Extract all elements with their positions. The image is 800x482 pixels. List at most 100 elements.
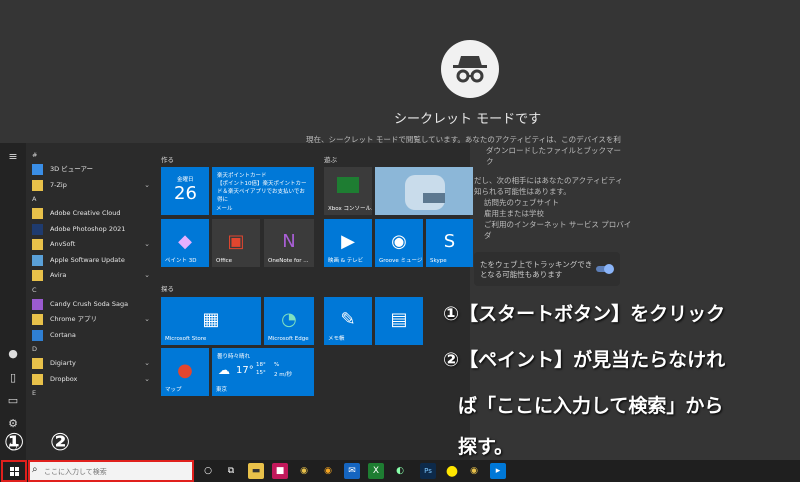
store-tile[interactable]: ▦ Microsoft Store <box>161 297 261 345</box>
office-tile[interactable]: ▣ Office <box>212 219 260 267</box>
excel-icon[interactable]: X <box>368 463 384 479</box>
sticky-icon[interactable]: ● <box>444 463 460 479</box>
groove-tile[interactable]: ◉ Groove ミュージ... <box>375 219 423 267</box>
skype-icon: S <box>443 231 456 252</box>
app-name: Digiarty <box>50 359 76 367</box>
skype-tile[interactable]: S Skype <box>426 219 473 267</box>
search-box[interactable]: ⌕ <box>28 460 194 482</box>
chevron-down-icon[interactable]: ⌄ <box>144 312 150 328</box>
paint3d-tile[interactable]: ◆ ペイント 3D <box>161 219 209 267</box>
app-icon <box>32 373 43 385</box>
app-icon-pink[interactable]: ■ <box>272 463 288 479</box>
instruction-line-4: 探す。 <box>458 436 514 458</box>
search-icon: ⌕ <box>32 464 38 475</box>
user-icon[interactable]: ● <box>7 348 19 360</box>
app-name: Avira <box>50 271 67 279</box>
edge-tile[interactable]: ◔ Microsoft Edge <box>264 297 314 345</box>
app-list-letter[interactable]: E <box>26 387 154 400</box>
app-list-item[interactable]: 7-Zip ⌄ <box>26 178 154 194</box>
onenote-icon: N <box>282 231 296 252</box>
file-explorer-icon[interactable]: ▬ <box>248 463 264 479</box>
chevron-down-icon[interactable]: ⌄ <box>144 237 150 253</box>
app-icon-green[interactable]: ◐ <box>392 463 408 479</box>
weather-tile[interactable]: 曇り時々晴れ ☁ 17° 18° 15° % 2 m/秒 東京 <box>212 348 314 396</box>
chrome-icon-3[interactable]: ◉ <box>466 463 482 479</box>
notepad-icon: ✎ <box>340 309 356 330</box>
instruction-line-3: ば「ここに入力して検索」から <box>458 395 724 417</box>
app-list-item[interactable]: Dropbox ⌄ <box>26 372 154 388</box>
marker-1: ① <box>4 428 25 456</box>
chrome-icon-2[interactable]: ◉ <box>320 463 336 479</box>
movies-icon: ▶ <box>341 231 355 252</box>
pictures-icon[interactable]: ▭ <box>7 395 19 407</box>
instruction-line-2: ②【ペイント】が見当たらなけれ <box>443 349 726 371</box>
app-name: AnvSoft <box>50 240 76 248</box>
app-list-item[interactable]: 3D ビューアー <box>26 162 154 178</box>
xbox-tile[interactable]: Xbox コンソール... <box>324 167 372 215</box>
mail-tile[interactable]: 楽天ポイントカード 【ポイント10倍】楽天ポイントカード＆楽天ペイアプリでお支払… <box>212 167 314 215</box>
group-label-create: 作る <box>161 156 174 164</box>
maps-tile[interactable]: ● マップ <box>161 348 209 396</box>
app-name: Adobe Photoshop 2021 <box>50 224 126 233</box>
start-rail: ≡ ● ▯ ▭ ⚙ ⏻ <box>0 143 26 460</box>
app-list-item[interactable]: Chrome アプリ ⌄ <box>26 312 154 328</box>
edge-icon: ◔ <box>281 309 297 330</box>
app-list-letter[interactable]: A <box>26 193 154 206</box>
onenote-tile[interactable]: N OneNote for ... <box>264 219 314 267</box>
app-name: Dropbox <box>50 374 78 383</box>
movies-tv-tile[interactable]: ▶ 映画 & テレビ <box>324 219 372 267</box>
cortana-icon[interactable]: ○ <box>200 463 216 479</box>
store-icon: ▦ <box>202 309 220 330</box>
app-name: Apple Software Update <box>50 255 125 264</box>
cloud-icon: ☁ <box>218 363 230 377</box>
chevron-down-icon[interactable]: ⌄ <box>144 356 150 372</box>
incognito-list: だし、次の相手にはあなたのアクティビティ 知られる可能性はあります。 訪問先のウ… <box>474 176 632 240</box>
app-list-letter[interactable]: # <box>26 149 154 162</box>
app-list-item[interactable]: Adobe Photoshop 2021 <box>26 222 154 238</box>
app-icon <box>32 358 43 369</box>
chevron-down-icon[interactable]: ⌄ <box>144 178 150 194</box>
third-party-cookie-card: たをウェブ上でトラッキングでき となる可能性もあります <box>474 252 620 286</box>
block-cookies-toggle[interactable] <box>596 264 614 274</box>
incognito-title: シークレット モードです <box>394 112 542 127</box>
paint-icon[interactable]: ▸ <box>490 463 506 479</box>
app-list-item[interactable]: Cortana <box>26 328 154 344</box>
app-icon <box>32 298 43 310</box>
photoshop-icon[interactable]: Ps <box>420 463 436 479</box>
group-label-explore: 探る <box>161 285 174 293</box>
marker-2: ② <box>50 428 71 456</box>
task-view-icon[interactable]: ⧉ <box>223 463 239 479</box>
office-icon: ▣ <box>227 231 245 252</box>
photo-tile[interactable] <box>375 167 473 215</box>
calculator-tile[interactable]: ▤ <box>375 297 423 345</box>
app-icon <box>32 208 43 219</box>
groove-icon: ◉ <box>391 231 407 252</box>
chevron-down-icon[interactable]: ⌄ <box>144 268 150 284</box>
notepad-tile[interactable]: ✎ メモ帳 <box>324 297 372 345</box>
app-list-item[interactable]: Adobe Creative Cloud <box>26 206 154 222</box>
app-list-item[interactable]: Digiarty ⌄ <box>26 356 154 372</box>
app-name: Candy Crush Soda Saga <box>50 299 129 308</box>
search-input[interactable] <box>44 466 184 478</box>
start-button[interactable] <box>1 460 27 482</box>
app-list-letter[interactable]: D <box>26 343 154 356</box>
app-icon <box>32 239 43 250</box>
app-list-letter[interactable]: C <box>26 284 154 297</box>
app-list-item[interactable]: Apple Software Update <box>26 253 154 269</box>
chrome-icon[interactable]: ◉ <box>296 463 312 479</box>
document-icon[interactable]: ▯ <box>7 372 19 384</box>
group-label-play: 遊ぶ <box>324 156 337 164</box>
app-name: Adobe Creative Cloud <box>50 209 121 217</box>
incognito-icon <box>441 40 499 98</box>
hamburger-icon[interactable]: ≡ <box>7 151 19 163</box>
app-name: 7-Zip <box>50 180 67 189</box>
app-list-item[interactable]: AnvSoft ⌄ <box>26 237 154 253</box>
app-list: #3D ビューアー 7-Zip ⌄ A Adobe Creative Cloud Adob… <box>26 149 154 455</box>
calendar-tile[interactable]: 金曜日 26 <box>161 167 209 215</box>
instruction-line-1: ①【スタートボタン】をクリック <box>443 303 726 325</box>
mail-icon[interactable]: ✉ <box>344 463 360 479</box>
app-list-item[interactable]: Avira ⌄ <box>26 268 154 284</box>
app-icon <box>32 314 43 325</box>
app-list-item[interactable]: Candy Crush Soda Saga <box>26 297 154 313</box>
chevron-down-icon[interactable]: ⌄ <box>144 372 150 388</box>
